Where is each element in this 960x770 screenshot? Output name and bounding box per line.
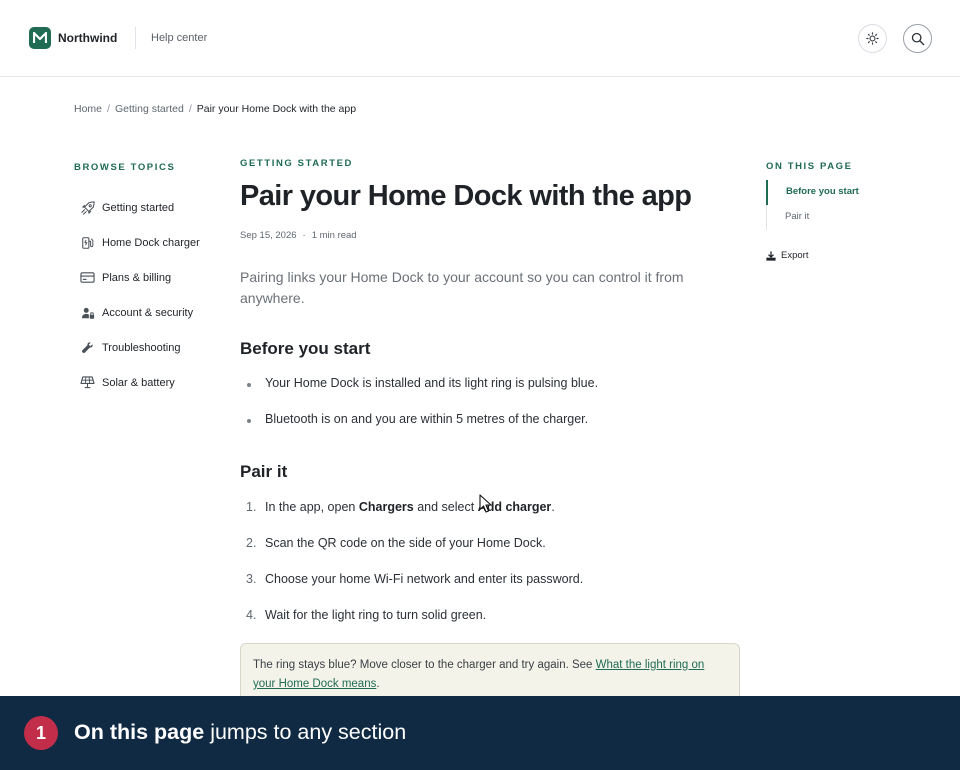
caption-rest: jumps to any section xyxy=(204,720,407,744)
pairing-steps-list: 1. In the app, open Chargers and select A… xyxy=(240,500,583,644)
sidebar-item-plans-billing[interactable]: Plans & billing xyxy=(80,260,200,295)
step-text: Wait for the light ring to turn solid gr… xyxy=(265,608,487,622)
section-heading-pair-it: Pair it xyxy=(240,462,288,481)
step-item: 4. Wait for the light ring to turn solid … xyxy=(240,608,583,644)
step-number: 3. xyxy=(246,572,257,586)
sidebar-item-label: Troubleshooting xyxy=(102,341,181,354)
breadcrumb-getting-started[interactable]: Getting started xyxy=(115,103,184,115)
toc-item-pair-it[interactable]: Pair it xyxy=(767,205,859,230)
toc-title: ON THIS PAGE xyxy=(766,161,853,172)
step-text: Scan the QR code on the side of your Hom… xyxy=(265,536,546,550)
step-text: Choose your home Wi-Fi network and enter… xyxy=(265,572,584,586)
breadcrumb-separator: / xyxy=(107,103,110,115)
mouse-cursor-icon xyxy=(479,494,493,519)
caption-bold: On this page xyxy=(74,720,205,744)
solar-panel-icon xyxy=(80,375,95,390)
sidebar-item-solar-battery[interactable]: Solar & battery xyxy=(80,365,200,400)
step-item: 3. Choose your home Wi-Fi network and ent… xyxy=(240,572,583,608)
search-icon xyxy=(911,32,924,45)
meta-separator: · xyxy=(302,230,306,241)
export-button[interactable]: Export xyxy=(766,250,808,261)
breadcrumb-separator: / xyxy=(188,103,192,115)
step-bold-chargers: Chargers xyxy=(358,500,414,514)
sidebar-item-label: Getting started xyxy=(102,201,175,214)
article-date: Sep 15, 2026 xyxy=(240,230,297,241)
brand-name[interactable]: Northwind xyxy=(58,31,117,45)
sidebar-item-label: Solar & battery xyxy=(102,376,175,389)
breadcrumb-current: Pair your Home Dock with the app xyxy=(196,103,357,115)
step-text: In the app, open xyxy=(265,500,359,514)
sidebar-item-troubleshooting[interactable]: Troubleshooting xyxy=(80,330,200,365)
sidebar-item-label: Home Dock charger xyxy=(102,236,200,249)
breadcrumb: Home / Getting started / Pair your Home Dock… xyxy=(74,103,356,115)
export-label: Export xyxy=(781,250,809,261)
northwind-logo-icon[interactable] xyxy=(29,27,51,49)
step-item: 2. Scan the QR code on the side of your H… xyxy=(240,536,583,572)
step-number: 4. xyxy=(246,608,257,622)
article-read-time: 1 min read xyxy=(311,230,357,241)
step-text: . xyxy=(551,500,555,514)
rocket-icon xyxy=(80,200,95,215)
sidebar-item-home-dock-charger[interactable]: Home Dock charger xyxy=(80,225,200,260)
step-number: 1. xyxy=(246,500,257,514)
credit-card-icon xyxy=(80,270,95,285)
sun-icon xyxy=(866,32,879,45)
step-item: 1. In the app, open Chargers and select A… xyxy=(240,500,583,536)
logo-m-glyph xyxy=(33,32,47,43)
sidebar-nav: Getting started Home Dock charger Plans … xyxy=(80,190,200,400)
download-icon xyxy=(766,250,776,261)
theme-toggle-button[interactable] xyxy=(858,24,887,53)
help-center-link[interactable]: Help center xyxy=(151,32,207,44)
tutorial-caption-banner: 1 On this page jumps to any section xyxy=(0,696,960,770)
section-heading-before-you-start: Before you start xyxy=(240,339,371,358)
step-number-badge: 1 xyxy=(24,716,58,750)
toc-nav: Before you start Pair it xyxy=(766,180,859,230)
list-item: Your Home Dock is installed and its ligh… xyxy=(240,376,598,412)
search-button[interactable] xyxy=(903,24,932,53)
article-lead: Pairing links your Home Dock to your acc… xyxy=(240,269,684,306)
user-lock-icon xyxy=(80,305,95,320)
sidebar-item-getting-started[interactable]: Getting started xyxy=(80,190,200,225)
wrench-icon xyxy=(80,340,95,355)
callout-text: The ring stays blue? Move closer to the … xyxy=(253,659,596,671)
article-category: GETTING STARTED xyxy=(240,158,354,169)
article-meta: Sep 15, 2026 · 1 min read xyxy=(240,230,357,241)
callout-end: . xyxy=(376,678,380,690)
caption-text: On this page jumps to any section xyxy=(74,720,406,745)
step-text: and select xyxy=(413,500,478,514)
sidebar-item-label: Plans & billing xyxy=(102,271,172,284)
ev-charger-icon xyxy=(80,235,95,250)
breadcrumb-home[interactable]: Home xyxy=(74,103,102,115)
prerequisites-list: Your Home Dock is installed and its ligh… xyxy=(240,376,598,448)
header-divider xyxy=(135,27,136,49)
site-header: Northwind Help center xyxy=(0,0,960,77)
toc-item-before-you-start[interactable]: Before you start xyxy=(766,180,859,205)
sidebar-title: BROWSE TOPICS xyxy=(74,162,176,173)
sidebar-item-account-security[interactable]: Account & security xyxy=(80,295,200,330)
page-title: Pair your Home Dock with the app xyxy=(240,180,692,212)
list-item: Bluetooth is on and you are within 5 met… xyxy=(240,412,598,448)
sidebar-item-label: Account & security xyxy=(102,306,194,319)
step-number: 2. xyxy=(246,536,257,550)
